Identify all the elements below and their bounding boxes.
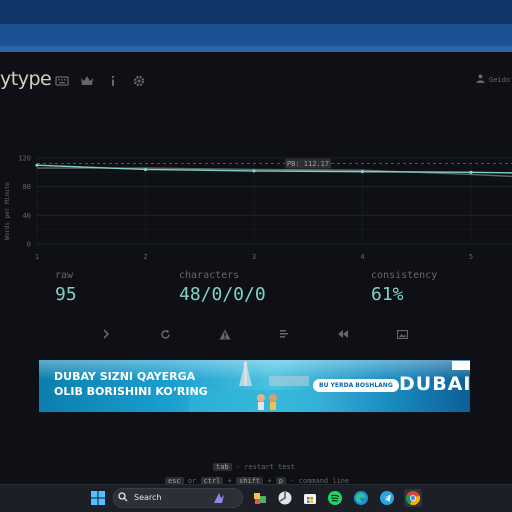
telegram-icon[interactable] — [378, 489, 396, 507]
y-tick-label: 0 — [27, 241, 31, 249]
search-icon — [116, 490, 130, 504]
spotify-icon[interactable] — [326, 489, 344, 507]
restart-icon — [160, 329, 170, 339]
username: Geido — [489, 75, 511, 84]
wpm-point — [35, 163, 39, 167]
restart-button[interactable] — [157, 327, 173, 341]
ad-choices-icon[interactable] — [462, 361, 470, 370]
wpm-point — [143, 167, 148, 172]
replay-button[interactable] — [335, 327, 351, 341]
ad-brand-logo: DUBAI — [399, 373, 470, 395]
stat-raw-value: 95 — [55, 284, 77, 305]
windows-start-icon[interactable] — [89, 489, 107, 507]
stat-consistency: consistency 61% — [371, 270, 437, 305]
y-tick-label: 80 — [23, 183, 31, 191]
restart-hint: tab - restart test — [213, 463, 295, 471]
warning-icon — [219, 329, 231, 339]
ad-banner[interactable]: DUBAY SIZNI QAYERGA OLIB BORISHINI KO‘RI… — [39, 360, 470, 412]
keyboard-icon[interactable] — [55, 73, 69, 87]
ad-headline-line-2: OLIB BORISHINI KO‘RING — [54, 385, 208, 398]
stat-consistency-label: consistency — [371, 270, 438, 281]
wpm-point — [360, 170, 365, 174]
wpm-chart: 0 40 80 120 1 2 3 4 5 PB: 112.17 — [18, 155, 512, 261]
info-icon[interactable] — [106, 73, 120, 87]
ad-close-icon[interactable] — [452, 361, 462, 370]
raw-line — [37, 167, 512, 178]
search-placeholder: Search — [134, 493, 162, 502]
x-tick-label: 4 — [360, 253, 364, 261]
x-tick-label: 5 — [469, 253, 473, 261]
words-history-icon — [280, 330, 288, 338]
y-tick-label: 120 — [18, 155, 31, 163]
crown-icon[interactable] — [80, 73, 94, 87]
x-tick-label: 2 — [143, 253, 147, 261]
wpm-point — [469, 170, 473, 174]
account-button[interactable]: Geido — [476, 74, 510, 85]
stat-characters-label: characters — [179, 270, 240, 281]
x-tick-label: 3 — [252, 253, 256, 261]
widgets-icon[interactable] — [276, 489, 294, 507]
next-test-button[interactable] — [98, 327, 114, 341]
next-test-icon — [103, 329, 110, 339]
y-tick-label: 40 — [23, 212, 31, 220]
ad-headline-line-1: DUBAY SIZNI QAYERGA — [54, 370, 196, 383]
files-icon[interactable] — [251, 489, 269, 507]
ad-headline: DUBAY SIZNI QAYERGA OLIB BORISHINI KO‘RI… — [54, 369, 208, 399]
logo[interactable]: ytype — [0, 68, 52, 90]
stat-consistency-value: 61% — [371, 284, 404, 305]
words-history-button[interactable] — [276, 327, 292, 341]
stat-raw-label: raw — [55, 270, 74, 281]
restart-hint-text: - restart test — [235, 463, 295, 471]
replay-icon — [338, 330, 348, 338]
stat-characters-value: 48/0/0/0 — [179, 284, 266, 305]
ad-cta-button[interactable]: BU YERDA BOSHLANG — [313, 379, 399, 392]
stat-characters: characters 48/0/0/0 — [179, 270, 266, 305]
user-icon — [476, 74, 485, 85]
browser-bookmarks-bar — [0, 46, 512, 52]
browser-titlebar — [0, 0, 512, 24]
copilot-icon[interactable] — [210, 489, 228, 507]
gear-icon[interactable] — [132, 73, 146, 87]
pb-label: PB: 112.17 — [287, 160, 329, 168]
stat-raw: raw 95 — [55, 270, 77, 305]
edge-icon[interactable] — [352, 489, 370, 507]
warning-button[interactable] — [217, 327, 233, 341]
wpm-point — [252, 169, 256, 173]
store-icon[interactable] — [301, 489, 319, 507]
chrome-icon[interactable] — [404, 489, 422, 507]
screenshot-button[interactable] — [394, 327, 410, 341]
tab-key: tab — [213, 463, 232, 471]
x-tick-label: 1 — [35, 253, 39, 261]
screenshot-icon — [396, 329, 408, 339]
